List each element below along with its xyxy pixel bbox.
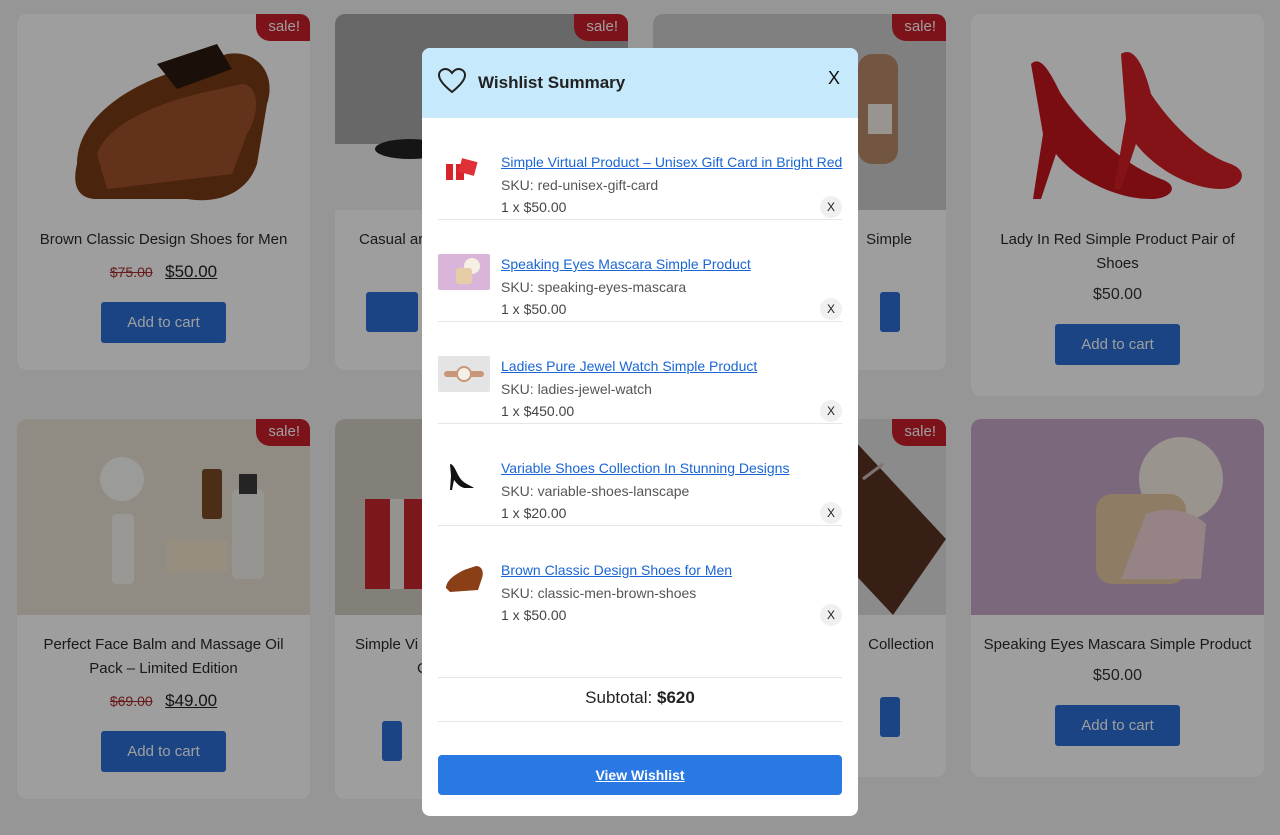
modal-header: Wishlist Summary X: [422, 48, 858, 118]
item-sku: SKU: speaking-eyes-mascara: [501, 279, 687, 295]
item-sku: SKU: ladies-jewel-watch: [501, 381, 652, 397]
subtotal: Subtotal: $620: [438, 688, 842, 708]
divider: [438, 677, 842, 678]
remove-item-button[interactable]: X: [820, 298, 842, 320]
item-sku: SKU: classic-men-brown-shoes: [501, 585, 697, 601]
mascara-icon[interactable]: [438, 254, 490, 290]
item-quantity-price: 1 x $50.00: [501, 607, 567, 623]
item-link[interactable]: Speaking Eyes Mascara Simple Product: [501, 256, 751, 272]
wishlist-item: Ladies Pure Jewel Watch Simple Product S…: [438, 322, 842, 424]
shoe-icon[interactable]: [438, 560, 490, 596]
wishlist-item: Simple Virtual Product – Unisex Gift Car…: [438, 118, 842, 220]
view-wishlist-button[interactable]: View Wishlist: [438, 755, 842, 795]
item-link[interactable]: Variable Shoes Collection In Stunning De…: [501, 460, 789, 476]
item-link[interactable]: Brown Classic Design Shoes for Men: [501, 562, 732, 578]
watch-icon[interactable]: [438, 356, 490, 392]
remove-item-button[interactable]: X: [820, 400, 842, 422]
item-link[interactable]: Simple Virtual Product – Unisex Gift Car…: [501, 154, 842, 170]
item-sku: SKU: variable-shoes-lanscape: [501, 483, 690, 499]
item-quantity-price: 1 x $20.00: [501, 505, 567, 521]
item-sku: SKU: red-unisex-gift-card: [501, 177, 659, 193]
close-button[interactable]: X: [828, 68, 840, 89]
item-quantity-price: 1 x $50.00: [501, 199, 567, 215]
wishlist-modal: Wishlist Summary X Simple Virtual Produc…: [422, 48, 858, 816]
remove-item-button[interactable]: X: [820, 604, 842, 626]
modal-title: Wishlist Summary: [478, 73, 626, 92]
heart-icon: [438, 68, 466, 94]
gift-icon[interactable]: [438, 152, 490, 188]
item-quantity-price: 1 x $50.00: [501, 301, 567, 317]
wishlist-item: Variable Shoes Collection In Stunning De…: [438, 424, 842, 526]
remove-item-button[interactable]: X: [820, 196, 842, 218]
remove-item-button[interactable]: X: [820, 502, 842, 524]
heels-icon[interactable]: [438, 458, 490, 494]
wishlist-item: Speaking Eyes Mascara Simple Product SKU…: [438, 220, 842, 322]
subtotal-label: Subtotal:: [585, 688, 653, 707]
divider: [438, 721, 842, 722]
subtotal-value: $620: [657, 688, 695, 707]
wishlist-items: Simple Virtual Product – Unisex Gift Car…: [438, 118, 842, 628]
item-quantity-price: 1 x $450.00: [501, 403, 575, 419]
wishlist-item: Brown Classic Design Shoes for Men SKU: …: [438, 526, 842, 628]
item-link[interactable]: Ladies Pure Jewel Watch Simple Product: [501, 358, 757, 374]
